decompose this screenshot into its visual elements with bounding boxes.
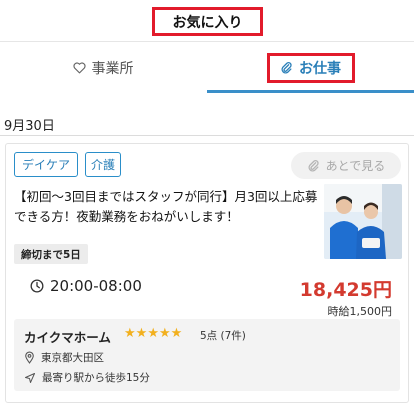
rating-stars: ★ ★ ★ ★ ★ — [124, 326, 182, 342]
paperclip-icon — [280, 61, 293, 75]
navigation-arrow-icon — [24, 372, 36, 384]
star-icon: ★ — [124, 326, 136, 341]
clock-icon — [30, 279, 44, 293]
active-tab-indicator — [207, 90, 414, 93]
deadline-badge: 締切まで5日 — [14, 244, 88, 264]
facility-name: カイクマホーム — [24, 330, 111, 345]
tab-jobs-label: お仕事 — [299, 61, 341, 77]
tag-care: 介護 — [85, 152, 121, 177]
work-time: 20:00-08:00 — [30, 277, 142, 295]
top-header: お気に入り — [0, 0, 414, 42]
facility-info: カイクマホーム ★ ★ ★ ★ ★ 5点 (7件) 東京都大田区 最寄り駅から徒… — [14, 319, 400, 391]
hourly-wage: 時給1,500円 — [327, 305, 393, 318]
tab-facilities-label: 事業所 — [91, 61, 134, 77]
save-for-later-label: あとで見る — [325, 159, 386, 173]
star-icon: ★ — [170, 326, 183, 341]
salary-total: 18,425円 — [299, 279, 392, 301]
heart-icon — [72, 62, 86, 74]
star-icon: ★ — [135, 326, 148, 341]
tab-facilities[interactable]: 事業所 — [0, 43, 206, 93]
job-photo — [324, 184, 402, 259]
facility-access-text: 最寄り駅から徒歩15分 — [42, 372, 150, 384]
job-title: 【初回～3回目まではスタッフが同行】月3回以上応募できる方！夜勤業務をおねがいし… — [14, 189, 318, 224]
star-icon: ★ — [158, 326, 171, 341]
star-icon: ★ — [147, 326, 159, 341]
tab-jobs-highlight: お仕事 — [266, 53, 355, 83]
tag-daycare: デイケア — [14, 152, 78, 177]
tab-jobs[interactable]: お仕事 — [207, 43, 414, 93]
tab-bar: 事業所 お仕事 — [0, 43, 414, 136]
job-card[interactable]: デイケア 介護 あとで見る 【初回～3回目まではスタッフが同行】月3回以上応募で… — [5, 143, 409, 403]
location-pin-icon — [24, 351, 35, 364]
facility-location: 東京都大田区 — [24, 350, 104, 365]
rating-text: 5点 (7件) — [200, 330, 246, 342]
work-time-value: 20:00-08:00 — [50, 277, 142, 295]
section-date: 9月30日 — [4, 119, 55, 134]
paperclip-icon — [307, 159, 320, 173]
facility-location-text: 東京都大田区 — [41, 352, 104, 364]
page-title: お気に入り — [152, 7, 263, 36]
facility-access: 最寄り駅から徒歩15分 — [24, 370, 150, 385]
save-for-later-button[interactable]: あとで見る — [291, 152, 401, 179]
tabs-divider — [0, 135, 414, 136]
